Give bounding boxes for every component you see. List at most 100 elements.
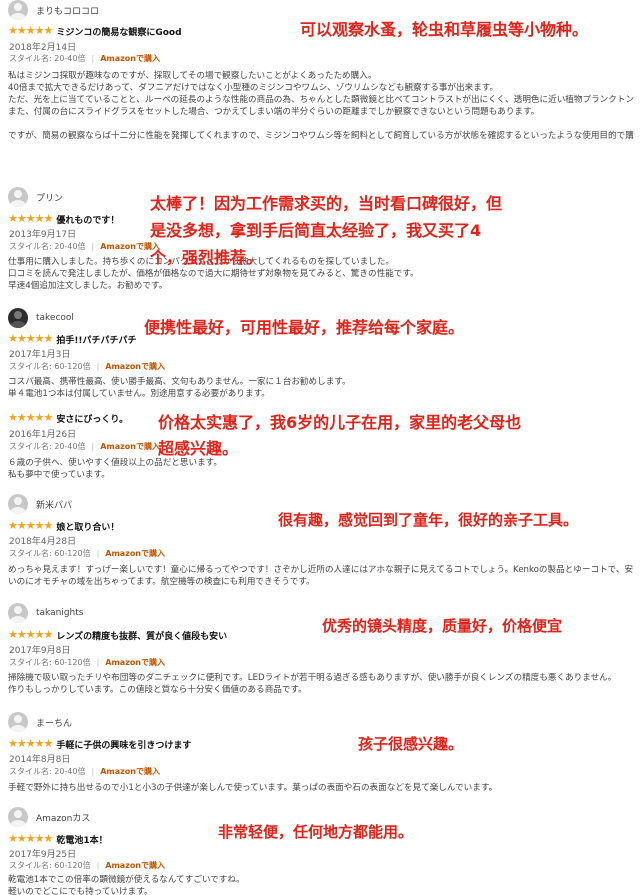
review-paragraph: めっちゃ見えます！すっげー楽しいです！童心に帰るってやつです！さぞかし近所の人達… xyxy=(8,565,634,587)
verified-purchase-badge: Amazonで購入 xyxy=(105,861,166,870)
verified-purchase-badge: Amazonで購入 xyxy=(100,767,160,776)
avatar[interactable] xyxy=(8,712,28,732)
reviewer-name[interactable]: 新米パパ xyxy=(36,498,72,511)
style-name[interactable]: スタイル名: 20-40倍 xyxy=(9,766,85,777)
review-date: 2017年9月8日 xyxy=(9,646,71,656)
review-title[interactable]: 手軽に子供の興味を引きつけます xyxy=(56,738,191,751)
review-paragraph: 作りもしっかりしています。この値段と質なら十分安く価値のある商品です。 xyxy=(8,685,307,695)
chinese-caption: 价格太实惠了，我6岁的儿子在用，家里的老父母也 超感兴趣。 xyxy=(158,410,521,462)
review-body: 掃除機で吸い取ったチリや布団等のダニチェックに便利です。LEDライトが若干明る過… xyxy=(8,672,634,696)
review-meta: スタイル名: 20-40倍 | Amazonで購入 xyxy=(9,766,160,777)
review-paragraph: 私も夢中で使っています。 xyxy=(8,470,110,480)
reviewer-name[interactable]: プリン xyxy=(36,191,63,204)
verified-purchase-badge: Amazonで購入 xyxy=(100,442,160,451)
review-paragraph: 手軽で野外に持ち出せるので小1と小3の子供達が楽しんで使っています。葉っぱの表面… xyxy=(8,783,498,793)
review-title[interactable]: ミジンコの簡易な観察にGood xyxy=(56,25,181,38)
review-meta: スタイル名: 60-120倍 | Amazonで購入 xyxy=(9,860,165,871)
star-rating: ★★★★★ xyxy=(8,737,53,750)
review-paragraph: ですが、簡易の観察ならば十二分に性能を発揮してくれますので、ミジンコやワムシ等を… xyxy=(8,131,634,141)
avatar[interactable] xyxy=(8,494,28,514)
caption-line: 太棒了！因为工作需求买的，当时看口碑很好，但 xyxy=(150,194,503,213)
style-name[interactable]: スタイル名: 60-120倍 xyxy=(9,548,91,559)
review-meta: スタイル名: 20-40倍 | Amazonで購入 xyxy=(9,53,160,64)
divider: | xyxy=(91,242,95,251)
review-body: コスパ最高、携帯性最高、使い勝手最高、文句もありません。一家に１台お勧めします。… xyxy=(8,376,634,400)
chinese-caption: 可以观察水蚤，轮虫和草履虫等小物种。 xyxy=(300,20,589,39)
review-date: 2017年1月3日 xyxy=(9,350,71,360)
style-name[interactable]: スタイル名: 20-40倍 xyxy=(9,441,85,452)
review-paragraph: 掃除機で吸い取ったチリや布団等のダニチェックに便利です。LEDライトが若干明る過… xyxy=(8,673,617,683)
reviewer-row: まりもコロコロ xyxy=(8,0,99,20)
divider: | xyxy=(91,442,95,451)
caption-line: 超感兴趣。 xyxy=(158,439,239,458)
chinese-caption: 太棒了！因为工作需求买的，当时看口碑很好，但 是没多想，拿到手后简直太经验了，我… xyxy=(150,190,502,271)
caption-line: 个，强烈推荐。 xyxy=(150,248,263,267)
review-title[interactable]: 優れものです！ xyxy=(56,213,119,226)
avatar[interactable] xyxy=(8,0,28,20)
review-title[interactable]: 安さにびっくり。 xyxy=(56,412,128,425)
star-rating: ★★★★★ xyxy=(8,212,53,225)
rating-title-row: ★★★★★ 手軽に子供の興味を引きつけます xyxy=(8,737,191,751)
reviewer-name[interactable]: まーちん xyxy=(36,716,72,729)
star-rating: ★★★★★ xyxy=(8,519,53,532)
chinese-caption: 便携性最好，可用性最好，推荐给每个家庭。 xyxy=(144,318,465,337)
review-date: 2017年9月25日 xyxy=(9,850,77,860)
review-paragraph: コスパ最高、携帯性最高、使い勝手最高、文句もありません。一家に１台お勧めします。 xyxy=(8,377,351,387)
review-body: めっちゃ見えます！すっげー楽しいです！童心に帰るってやつです！さぞかし近所の人達… xyxy=(8,564,634,588)
reviewer-row: 新米パパ xyxy=(8,494,72,514)
rating-title-row: ★★★★★ 安さにびっくり。 xyxy=(8,411,128,425)
style-name[interactable]: スタイル名: 60-120倍 xyxy=(9,860,91,871)
reviewer-name[interactable]: まりもコロコロ xyxy=(36,4,99,17)
review-title[interactable]: レンズの精度も抜群、質が良く値段も安い xyxy=(56,629,227,642)
review-paragraph: ただ、光を上に当てていることと、ルーペの延長のような性能の商品の為、ちゃんとした… xyxy=(8,95,634,105)
review-paragraph: 乾電池1本でこの倍率の顕微鏡が使えるなんてすごいですね。 xyxy=(8,875,245,885)
review-date: 2018年4月28日 xyxy=(9,537,77,547)
reviewer-name[interactable]: takanights xyxy=(36,608,83,618)
divider: | xyxy=(96,861,100,870)
caption-line: 价格太实惠了，我6岁的儿子在用，家里的老父母也 xyxy=(158,413,522,432)
review-meta: スタイル名: 60-120倍 | Amazonで購入 xyxy=(9,361,165,372)
review-paragraph: 軽いのでどこにでも持っていけます。 xyxy=(8,887,153,895)
avatar[interactable] xyxy=(8,308,28,328)
review-paragraph: また、付属の台にスライドグラスをセットした場合、つかえてしまい端の半分ぐらいの距… xyxy=(8,107,540,117)
style-name[interactable]: スタイル名: 60-120倍 xyxy=(9,361,91,372)
reviewer-name[interactable]: Amazonカス xyxy=(36,811,90,824)
review-title[interactable]: 拍手!!パチパチパチ xyxy=(56,333,136,346)
rating-title-row: ★★★★★ 乾電池1本！ xyxy=(8,832,108,846)
review-paragraph: 私はミジンコ採取が趣味なのですが、採取してその場で観察したいことがよくあったため… xyxy=(8,71,377,81)
divider: | xyxy=(96,549,100,558)
rating-title-row: ★★★★★ ミジンコの簡易な観察にGood xyxy=(8,24,182,38)
rating-title-row: ★★★★★ 優れものです！ xyxy=(8,212,119,226)
divider: | xyxy=(96,362,100,371)
verified-purchase-badge: Amazonで購入 xyxy=(105,362,166,371)
rating-title-row: ★★★★★ 娘と取り合い！ xyxy=(8,519,119,533)
review-title[interactable]: 娘と取り合い！ xyxy=(56,520,119,533)
review-date: 2014年8月8日 xyxy=(9,755,71,765)
reviewer-row: takecool xyxy=(8,308,74,328)
review-meta: スタイル名: 20-40倍 | Amazonで購入 xyxy=(9,441,160,452)
chinese-caption: 非常轻便，任何地方都能用。 xyxy=(218,823,414,841)
reviewer-row: takanights xyxy=(8,603,83,623)
caption-line: 是没多想，拿到手后简直太经验了，我又买了4 xyxy=(150,221,482,240)
avatar[interactable] xyxy=(8,807,28,827)
review-date: 2018年2月14日 xyxy=(9,43,77,53)
avatar[interactable] xyxy=(8,603,28,623)
chinese-caption: 很有趣，感觉回到了童年，很好的亲子工具。 xyxy=(278,511,579,529)
review-body: 手軽で野外に持ち出せるので小1と小3の子供達が楽しんで使っています。葉っぱの表面… xyxy=(8,782,634,794)
avatar[interactable] xyxy=(8,187,28,207)
chinese-caption: 孩子很感兴趣。 xyxy=(358,735,464,753)
review-title[interactable]: 乾電池1本！ xyxy=(56,833,107,846)
verified-purchase-badge: Amazonで購入 xyxy=(105,658,166,667)
style-name[interactable]: スタイル名: 20-40倍 xyxy=(9,241,85,252)
star-rating: ★★★★★ xyxy=(8,332,53,345)
verified-purchase-badge: Amazonで購入 xyxy=(100,54,160,63)
reviewer-name[interactable]: takecool xyxy=(36,313,74,323)
review-body: 乾電池1本でこの倍率の顕微鏡が使えるなんてすごいですね。 軽いのでどこにでも持っ… xyxy=(8,874,634,895)
chinese-caption: 优秀的镜头精度，质量好，价格便宜 xyxy=(322,617,563,635)
review-body: 私はミジンコ採取が趣味なのですが、採取してその場で観察したいことがよくあったため… xyxy=(8,70,634,142)
star-rating: ★★★★★ xyxy=(8,411,53,424)
style-name[interactable]: スタイル名: 20-40倍 xyxy=(9,53,85,64)
review-date: 2016年1月26日 xyxy=(9,430,77,440)
style-name[interactable]: スタイル名: 60-120倍 xyxy=(9,657,91,668)
divider: | xyxy=(96,658,100,667)
